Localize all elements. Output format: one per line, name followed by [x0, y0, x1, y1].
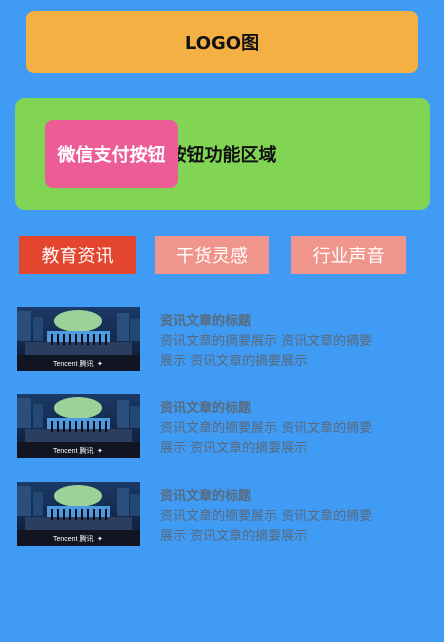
stage-event-photo: Tencent 腾讯 ✦ [17, 307, 140, 371]
stage-event-photo: Tencent 腾讯 ✦ [17, 482, 140, 546]
news-title: 资讯文章的标题 [160, 401, 252, 416]
thumbnail-caption: Tencent 腾讯 [53, 359, 93, 368]
stage-event-photo: Tencent 腾讯 ✦ [17, 394, 140, 458]
tab-practical-inspiration[interactable]: 干货灵感 [155, 236, 269, 274]
news-summary: 资讯文章的摘要展示 资讯文章的摘要展示 资讯文章的摘要展示 [160, 509, 373, 544]
button-function-area: 按钮功能区域 微信支付按钮 [15, 98, 430, 210]
news-thumbnail: Tencent 腾讯 ✦ [17, 482, 140, 546]
news-item[interactable]: Tencent 腾讯 ✦ 资讯文章的标题 资讯文章的摘要展示 资讯文章的摘要展示… [0, 300, 444, 380]
tab-industry-voices[interactable]: 行业声音 [291, 236, 406, 274]
news-item[interactable]: Tencent 腾讯 ✦ 资讯文章的标题 资讯文章的摘要展示 资讯文章的摘要展示… [0, 387, 444, 467]
wechat-pay-button[interactable]: 微信支付按钮 [45, 120, 178, 188]
thumbnail-caption: Tencent 腾讯 [53, 446, 93, 455]
tab-education-news[interactable]: 教育资讯 [19, 236, 136, 274]
svg-text:✦: ✦ [97, 535, 103, 543]
news-text: 资讯文章的标题 资讯文章的摘要展示 资讯文章的摘要展示 资讯文章的摘要展示 [160, 488, 380, 547]
thumbnail-caption: Tencent 腾讯 [53, 534, 93, 543]
news-item[interactable]: Tencent 腾讯 ✦ 资讯文章的标题 资讯文章的摘要展示 资讯文章的摘要展示… [0, 475, 444, 555]
news-thumbnail: Tencent 腾讯 ✦ [17, 394, 140, 458]
logo: LOGO图 [26, 11, 418, 73]
svg-text:✦: ✦ [97, 447, 103, 455]
news-title: 资讯文章的标题 [160, 489, 252, 504]
news-summary: 资讯文章的摘要展示 资讯文章的摘要展示 资讯文章的摘要展示 [160, 334, 373, 369]
news-text: 资讯文章的标题 资讯文章的摘要展示 资讯文章的摘要展示 资讯文章的摘要展示 [160, 313, 380, 372]
category-tabs: 教育资讯 干货灵感 行业声音 [19, 236, 406, 274]
news-summary: 资讯文章的摘要展示 资讯文章的摘要展示 资讯文章的摘要展示 [160, 421, 373, 456]
news-title: 资讯文章的标题 [160, 314, 252, 329]
svg-text:✦: ✦ [97, 360, 103, 368]
news-text: 资讯文章的标题 资讯文章的摘要展示 资讯文章的摘要展示 资讯文章的摘要展示 [160, 400, 380, 459]
news-thumbnail: Tencent 腾讯 ✦ [17, 307, 140, 371]
